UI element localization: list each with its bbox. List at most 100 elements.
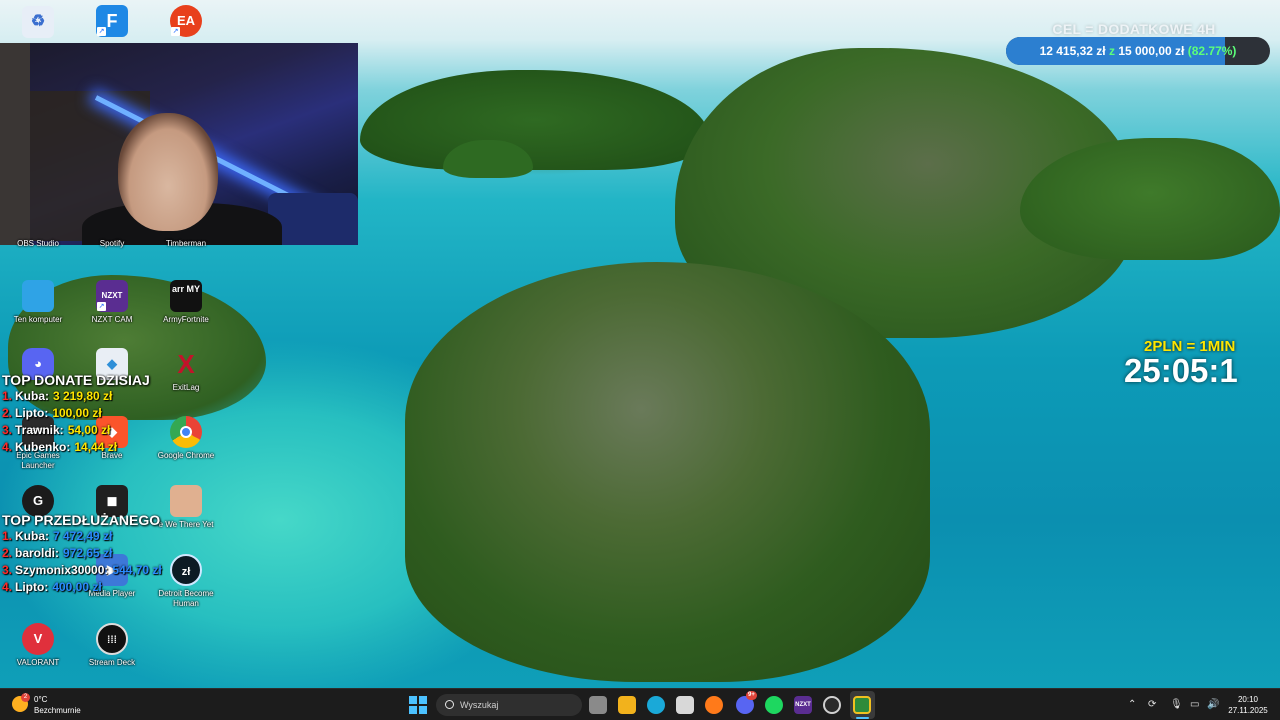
shortcut-arrow-icon: ↗ bbox=[171, 27, 180, 36]
start-button[interactable] bbox=[409, 696, 427, 714]
top-donate-title: TOP DONATE DZISIAJ bbox=[2, 372, 150, 388]
desktop-icon-recycle-bin[interactable]: ♻ bbox=[0, 6, 76, 38]
desktop-icon-label: Stream Deck bbox=[88, 658, 136, 667]
weather-desc: Bezchmurnie bbox=[34, 706, 81, 715]
clock-time: 20:10 bbox=[1237, 695, 1259, 704]
top-donate-row: 2. Lipto: 100,00 zł bbox=[2, 405, 150, 422]
extender-name: Lipto: bbox=[15, 580, 49, 594]
desktop-icon-timberman[interactable]: Timberman bbox=[148, 236, 224, 249]
desktop-icon-valorant[interactable]: V VALORANT bbox=[0, 623, 76, 668]
timer-value: 25:05:1 bbox=[1124, 352, 1238, 389]
desktop-icon-army-fortnite[interactable]: arr MY ArmyFortnite bbox=[148, 280, 224, 325]
desktop-icon-ea[interactable]: EA ↗ bbox=[148, 5, 224, 37]
taskbar-clock[interactable]: 20:10 27.11.2025 bbox=[1226, 694, 1270, 716]
donor-amount: 14,44 zł bbox=[74, 440, 118, 454]
active-app-icon[interactable] bbox=[853, 696, 871, 714]
search-icon bbox=[445, 700, 454, 709]
rank: 3. bbox=[2, 423, 13, 437]
chrome-icon bbox=[170, 416, 202, 448]
army-icon: arr MY bbox=[170, 280, 202, 312]
donor-amount: 54,00 zł bbox=[67, 423, 111, 437]
game-avatar-icon bbox=[170, 485, 202, 517]
top-extend-row: 2. baroldi: 972,65 zł bbox=[2, 545, 162, 562]
desktop-icon-nzxt-cam[interactable]: NZXT ↗ NZXT CAM bbox=[74, 280, 150, 325]
file-explorer-icon[interactable] bbox=[618, 696, 636, 714]
windows-logo-icon bbox=[419, 696, 427, 704]
exitlag-icon: X bbox=[177, 349, 195, 379]
desktop-icon-stream-deck[interactable]: ⁞⁞⁞ Stream Deck bbox=[74, 623, 150, 668]
desktop-icon-chrome[interactable]: Google Chrome bbox=[148, 416, 224, 461]
nzxt-taskbar-icon[interactable]: NZXT bbox=[794, 696, 812, 714]
top-extend-title: TOP PRZEDŁUŻANEGO bbox=[2, 512, 161, 528]
recycle-bin-icon: ♻ bbox=[22, 6, 54, 38]
rank: 4. bbox=[2, 440, 13, 454]
weather-badge: 2 bbox=[21, 693, 30, 702]
extender-name: baroldi: bbox=[15, 546, 59, 560]
goal-progress-text: 12 415,32 zł z 15 000,00 zł (82.77%) bbox=[1006, 37, 1270, 65]
firefox-icon[interactable] bbox=[705, 696, 723, 714]
desktop-icon-label: Ten komputer bbox=[13, 315, 63, 324]
tray-sync-icon[interactable]: ⟳ bbox=[1148, 698, 1156, 712]
desktop-icon-label: Timberman bbox=[165, 239, 207, 248]
spotify-taskbar-icon[interactable] bbox=[765, 696, 783, 714]
top-extend-row: 3. Szymonix30000: 544,70 zł bbox=[2, 562, 162, 579]
extender-name: Szymonix30000: bbox=[15, 563, 109, 577]
donor-name: Kubenko: bbox=[15, 440, 71, 454]
desktop-icon-exitlag[interactable]: X ExitLag bbox=[148, 348, 224, 393]
desktop-icon-label: ExitLag bbox=[172, 383, 200, 392]
discord-taskbar-icon[interactable]: 9+ bbox=[736, 691, 757, 714]
extender-amount: 7 472,49 zł bbox=[53, 529, 113, 543]
desktop-icon-spotify[interactable]: Spotify bbox=[74, 236, 150, 249]
windows-logo-icon bbox=[419, 706, 427, 714]
detroit-icon: zł bbox=[170, 554, 202, 586]
rank: 2. bbox=[2, 406, 13, 420]
shortcut-arrow-icon: ↗ bbox=[97, 27, 106, 36]
top-extend-row: 4. Lipto: 400,00 zł bbox=[2, 579, 162, 596]
tray-network-icon[interactable]: ▭ bbox=[1190, 698, 1199, 712]
weather-temp: 0°C bbox=[34, 695, 48, 704]
wallpaper-island-main bbox=[405, 262, 930, 682]
wallpaper-island-back bbox=[360, 70, 710, 170]
tray-volume-icon[interactable]: 🔊 bbox=[1207, 698, 1219, 712]
goal-separator: z bbox=[1108, 44, 1115, 58]
rank: 2. bbox=[2, 546, 13, 560]
desktop-icon-this-pc[interactable]: Ten komputer bbox=[0, 280, 76, 325]
store-icon[interactable] bbox=[676, 696, 694, 714]
desktop-icon-label: VALORANT bbox=[16, 658, 60, 667]
windows-logo-icon bbox=[409, 706, 417, 714]
webcam-wall bbox=[0, 43, 30, 245]
edge-icon[interactable] bbox=[647, 696, 665, 714]
desktop-icon-obs[interactable]: OBS Studio bbox=[0, 236, 76, 249]
desktop-icon-label: OBS Studio bbox=[17, 239, 59, 248]
rank: 1. bbox=[2, 389, 13, 403]
webcam-overlay bbox=[0, 43, 358, 245]
goal-progress-bar: 12 415,32 zł z 15 000,00 zł (82.77%) bbox=[1006, 37, 1270, 65]
task-view-icon[interactable] bbox=[589, 696, 607, 714]
top-donate-panel: TOP DONATE DZISIAJ 1. Kuba: 3 219,80 zł 2.… bbox=[2, 372, 150, 456]
valorant-icon: V bbox=[22, 623, 54, 655]
rank: 1. bbox=[2, 529, 13, 543]
webcam-person-head bbox=[118, 113, 218, 231]
tray-overflow-icon[interactable]: ⌃ bbox=[1128, 698, 1136, 712]
top-extend-panel: TOP PRZEDŁUŻANEGO 1. Kuba: 7 472,49 zł 2. b… bbox=[2, 512, 162, 596]
monitor-icon bbox=[22, 280, 54, 312]
rank: 3. bbox=[2, 563, 13, 577]
obs-taskbar-icon[interactable] bbox=[823, 696, 841, 714]
goal-percent: (82.77%) bbox=[1187, 44, 1237, 58]
donor-name: Lipto: bbox=[15, 406, 49, 420]
stream-deck-icon: ⁞⁞⁞ bbox=[96, 623, 128, 655]
windows-logo-icon bbox=[409, 696, 417, 704]
extender-amount: 400,00 zł bbox=[52, 580, 102, 594]
desktop-icon-fortnite[interactable]: F ↗ bbox=[74, 5, 150, 37]
clock-date: 27.11.2025 bbox=[1228, 706, 1268, 715]
taskbar-search[interactable]: Wyszukaj bbox=[436, 694, 582, 716]
goal-target: 15 000,00 zł bbox=[1118, 44, 1185, 58]
search-placeholder: Wyszukaj bbox=[460, 700, 499, 710]
tray-microphone-icon[interactable]: 🎙 bbox=[1170, 698, 1183, 712]
top-donate-row: 4. Kubenko: 14,44 zł bbox=[2, 439, 150, 456]
rank: 4. bbox=[2, 580, 13, 594]
top-donate-row: 1. Kuba: 3 219,80 zł bbox=[2, 388, 150, 405]
extender-amount: 544,70 zł bbox=[112, 563, 162, 577]
donor-name: Trawnik: bbox=[15, 423, 64, 437]
shortcut-arrow-icon: ↗ bbox=[97, 302, 106, 311]
